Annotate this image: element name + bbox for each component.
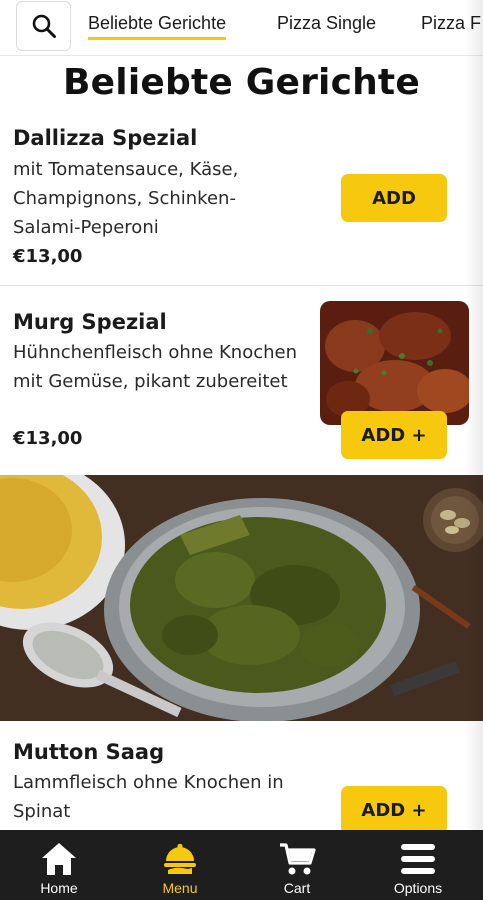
bottom-navigation: Home Menu Cart Options [0, 830, 483, 900]
options-icon [401, 844, 435, 874]
item-name: Murg Spezial [13, 310, 167, 334]
chicken-curry-photo[interactable] [320, 301, 469, 425]
search-icon [32, 14, 56, 38]
home-icon [42, 843, 76, 875]
mutton-saag-photo [0, 475, 483, 721]
item-name: Mutton Saag [13, 740, 165, 764]
item-divider [0, 285, 483, 286]
add-button[interactable]: ADD [341, 174, 447, 222]
nav-home[interactable]: Home [4, 830, 114, 900]
item-description: Hühnchenfleisch ohne Knochen mit Gemüse,… [13, 342, 298, 392]
nav-label: Cart [283, 880, 311, 896]
add-button[interactable]: ADD + [341, 786, 447, 834]
page-title: Beliebte Gerichte [63, 62, 420, 103]
nav-label: Menu [162, 880, 198, 896]
nav-options[interactable]: Options [363, 830, 473, 900]
item-description: Lammfleisch ohne Knochen in Spinat [13, 772, 284, 822]
menu-dish-icon [164, 844, 196, 874]
nav-cart[interactable]: Cart [242, 830, 352, 900]
tab-beliebte-gerichte[interactable]: Beliebte Gerichte [88, 13, 227, 40]
tab-pizza-f[interactable]: Pizza F [421, 13, 481, 34]
add-button[interactable]: ADD + [341, 411, 447, 459]
topbar-divider [0, 55, 483, 56]
tab-pizza-single[interactable]: Pizza Single [277, 13, 376, 34]
nav-label: Home [40, 880, 78, 896]
nav-label: Options [393, 880, 443, 896]
cart-icon [280, 843, 316, 875]
nav-menu[interactable]: Menu [125, 830, 235, 900]
item-description: mit Tomatensauce, Käse, Champignons, Sch… [13, 159, 239, 238]
item-price: €13,00 [13, 428, 83, 449]
item-name: Dallizza Spezial [13, 126, 198, 150]
category-bar: Beliebte Gerichte Pizza Single Pizza F [0, 0, 483, 56]
search-button[interactable] [16, 1, 71, 51]
item-price: €13,00 [13, 246, 83, 267]
